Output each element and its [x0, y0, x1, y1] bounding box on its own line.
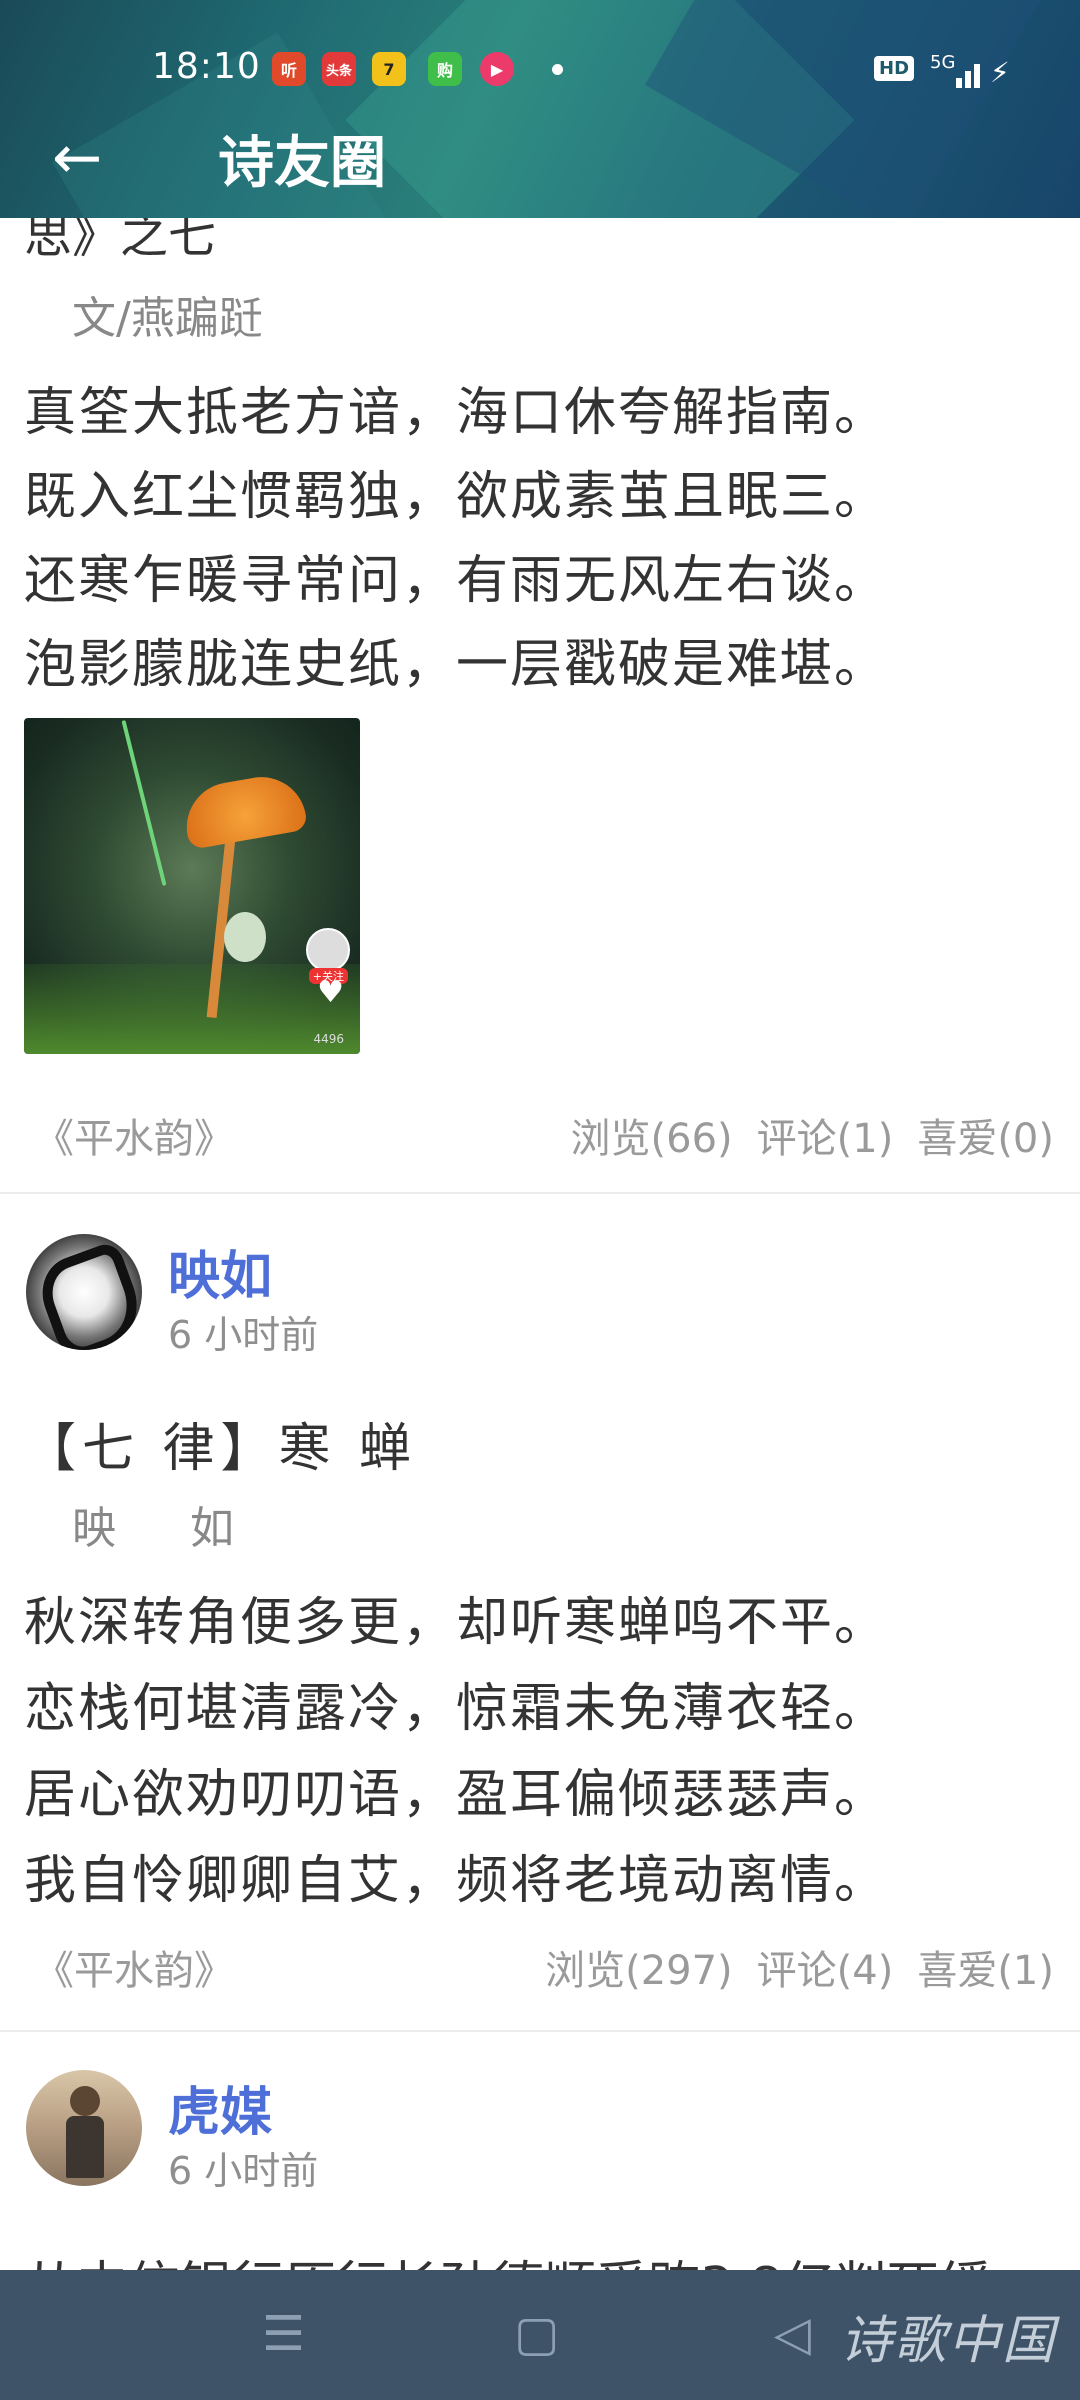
menu-icon[interactable]: ☰: [262, 2310, 305, 2358]
post-title: 【七 律】寒 蝉: [24, 1419, 418, 1479]
frog-figure: [224, 912, 266, 962]
video-app-icon: ▶: [480, 52, 514, 86]
avatar[interactable]: [26, 1234, 142, 1350]
post-time: 6 小时前: [168, 1313, 319, 1357]
feed[interactable]: 思》之七 文/燕蹁跹 真筌大抵老方谙，海口休夸解指南。 既入红尘惯羁独，欲成素茧…: [0, 218, 1080, 2270]
poem-line: 既入红尘惯羁独，欲成素茧且眠三。: [24, 467, 889, 527]
signal-icon: [950, 58, 990, 88]
post-first-line: 从中信银行原行长孙德顺受贿3.8亿判死缓: [24, 2244, 991, 2270]
rhyme-tag[interactable]: 《平水韵》: [34, 1938, 234, 1996]
username[interactable]: 虎媒: [168, 2070, 272, 2145]
comments-count[interactable]: 评论(1): [757, 1106, 894, 1164]
post-meta: 《平水韵》 浏览(297) 评论(4) 喜爱(1): [0, 1938, 1080, 1998]
views-count: 浏览(66): [570, 1116, 733, 1162]
username[interactable]: 映如: [168, 1234, 272, 1309]
post-title: 思》之七: [24, 218, 217, 264]
post-author-line: 文/燕蹁跹: [72, 293, 263, 344]
poem-line: 我自怜卿卿自艾，频将老境动离情。: [24, 1851, 889, 1911]
post-card[interactable]: 虎媒 6 小时前 从中信银行原行长孙德顺受贿3.8亿判死缓: [0, 2032, 1080, 2270]
post-time: 6 小时前: [168, 2149, 319, 2193]
back-arrow-icon[interactable]: ←: [52, 128, 102, 188]
toutiao-app-icon: 头条: [322, 52, 356, 86]
rhyme-tag[interactable]: 《平水韵》: [34, 1106, 234, 1164]
shop-app-icon: 购: [428, 52, 462, 86]
brand-watermark: 诗歌中国: [839, 2311, 1056, 2371]
poem-line: 秋深转角便多更，却听寒蝉鸣不平。: [24, 1593, 889, 1653]
more-notifications-dot: [552, 64, 563, 75]
image-like-count: 4496: [313, 1032, 344, 1046]
top-bar: 18:10 听 头条 7 购 ▶ HD 5G ⚡ ← 诗友圈: [0, 0, 1080, 218]
back-icon[interactable]: ◁: [774, 2310, 811, 2358]
views-count: 浏览(297): [545, 1948, 733, 1994]
status-bar: 18:10 听 头条 7 购 ▶ HD 5G ⚡: [0, 0, 1080, 110]
system-nav-bar: ☰ ▢ ◁ 诗歌中国: [0, 2270, 1080, 2400]
image-avatar-badge: [306, 928, 350, 972]
post-image[interactable]: +关注 ♥ 4496: [24, 718, 360, 1054]
ting-app-icon: 听: [272, 52, 306, 86]
status-time: 18:10: [152, 46, 261, 87]
avatar[interactable]: [26, 2070, 142, 2186]
page-title: 诗友圈: [218, 131, 386, 196]
post-author-line: 映 如: [72, 1503, 264, 1554]
qiqi-app-icon: 7: [372, 52, 406, 86]
comments-count[interactable]: 评论(4): [757, 1938, 894, 1996]
charging-icon: ⚡: [990, 56, 1010, 89]
post-meta: 《平水韵》 浏览(66) 评论(1) 喜爱(0): [0, 1106, 1080, 1166]
likes-count[interactable]: 喜爱(0): [917, 1106, 1054, 1164]
home-icon[interactable]: ▢: [514, 2310, 559, 2358]
poem-line: 还寒乍暖寻常问，有雨无风左右谈。: [24, 551, 889, 611]
hd-icon: HD: [874, 56, 915, 81]
poem-line: 泡影朦胧连史纸，一层戳破是难堪。: [24, 635, 889, 695]
poem-line: 真筌大抵老方谙，海口休夸解指南。: [24, 383, 889, 443]
poem-line: 恋栈何堪清露冷，惊霜未免薄衣轻。: [24, 1679, 889, 1739]
app-bar: ← 诗友圈: [0, 110, 1080, 218]
poem-line: 居心欲劝叨叨语，盈耳偏倾瑟瑟声。: [24, 1765, 889, 1825]
heart-icon: ♥: [317, 975, 344, 1010]
likes-count[interactable]: 喜爱(1): [917, 1938, 1054, 1996]
post-card[interactable]: 映如 6 小时前 【七 律】寒 蝉 映 如 秋深转角便多更，却听寒蝉鸣不平。 恋…: [0, 1194, 1080, 2026]
post-card[interactable]: 思》之七 文/燕蹁跹 真筌大抵老方谙，海口休夸解指南。 既入红尘惯羁独，欲成素茧…: [0, 218, 1080, 1198]
